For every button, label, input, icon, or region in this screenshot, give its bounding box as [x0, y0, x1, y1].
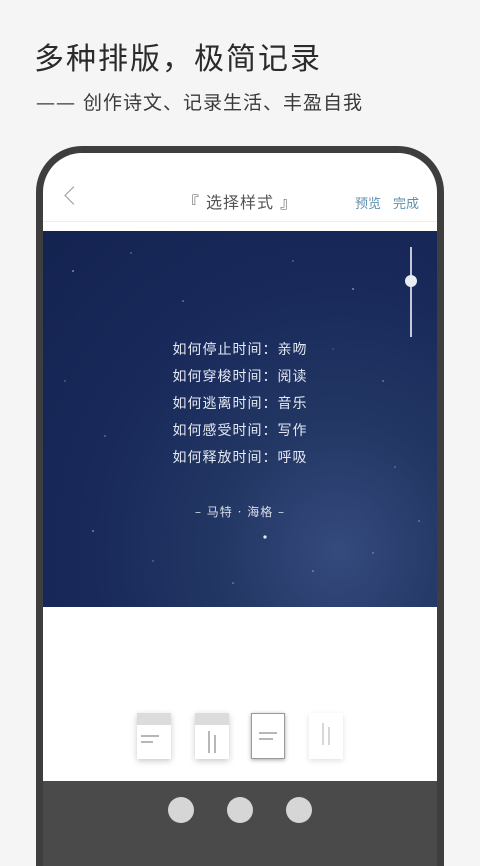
done-button[interactable]: 完成 — [393, 193, 419, 212]
tool-button[interactable] — [168, 797, 194, 823]
tool-button[interactable] — [286, 797, 312, 823]
promo-headline: 多种排版，极简记录 — [34, 42, 322, 77]
size-slider-track[interactable] — [410, 247, 412, 337]
poem-line: 如何感受时间：写作 — [172, 423, 308, 439]
template-option-4[interactable] — [309, 713, 343, 759]
tool-button[interactable] — [227, 797, 253, 823]
poem-card: 如何停止时间：亲吻 如何穿梭时间：阅读 如何逃离时间：音乐 如何感受时间：写作 … — [43, 231, 437, 607]
size-slider-thumb[interactable] — [405, 275, 417, 287]
nav-bar: 『 选择样式 』 预览 完成 — [43, 153, 437, 222]
template-option-2[interactable] — [195, 713, 229, 759]
phone-frame: 『 选择样式 』 预览 完成 如何停止时间：亲吻 如何穿梭时间：阅读 如何逃离时… — [36, 146, 444, 866]
poem-author: – 马特 · 海格 – — [194, 505, 286, 519]
poem-line: 如何停止时间：亲吻 — [172, 342, 308, 358]
promo-subline: —— 创作诗文、记录生活、丰盈自我 — [36, 92, 364, 114]
bottom-toolbar — [43, 781, 437, 866]
template-option-3[interactable] — [251, 713, 285, 759]
template-option-1[interactable] — [137, 713, 171, 759]
poem-line: 如何穿梭时间：阅读 — [172, 369, 308, 385]
poem-text: 如何停止时间：亲吻 如何穿梭时间：阅读 如何逃离时间：音乐 如何感受时间：写作 … — [43, 337, 437, 472]
poem-line: 如何逃离时间：音乐 — [172, 396, 308, 412]
preview-button[interactable]: 预览 — [355, 193, 381, 212]
template-picker — [43, 709, 437, 769]
poem-line: 如何释放时间：呼吸 — [172, 450, 308, 466]
